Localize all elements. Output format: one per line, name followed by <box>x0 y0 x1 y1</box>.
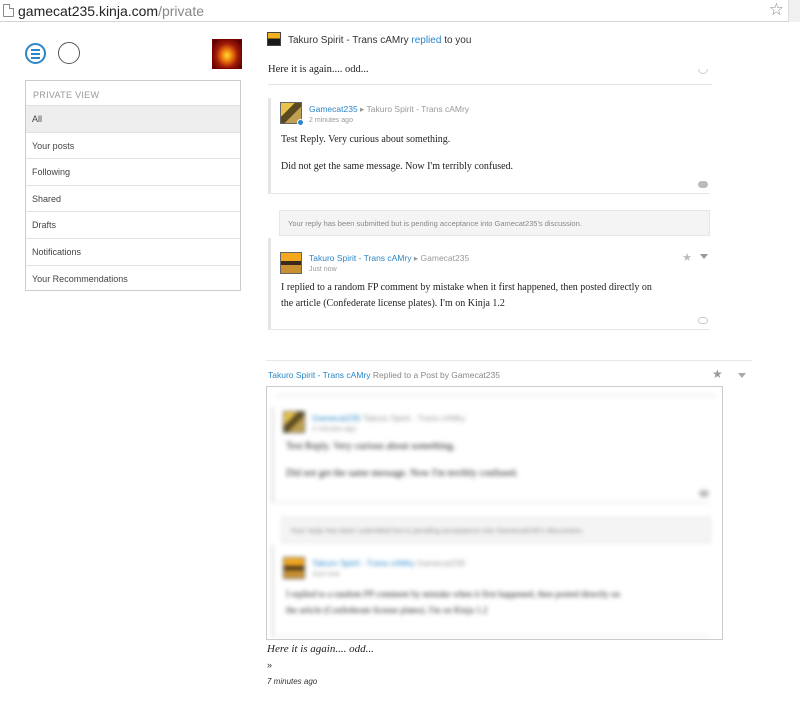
reply-arrow-icon: ▸ <box>360 104 365 114</box>
star-icon[interactable]: ★ <box>712 367 723 381</box>
embed-avatar <box>283 411 305 433</box>
post-meta[interactable]: Replied to a Post by Gamecat235 <box>373 370 500 380</box>
embed-comment: Gamecat235 Takuro Spirit - Trans cAMry 2… <box>271 407 711 503</box>
speech-bubble-icon <box>699 490 709 497</box>
notification-body: Here it is again.... odd... <box>268 64 369 75</box>
embed-text-line: the article (Confederate license plates)… <box>286 605 488 615</box>
sidebar-item-shared[interactable]: Shared <box>26 184 240 212</box>
comment-card: Takuro Spirit - Trans cAMry ▸ Gamecat235… <box>268 238 710 330</box>
blog-avatar[interactable] <box>212 39 242 69</box>
reply-arrow-icon: ▸ <box>413 253 419 263</box>
embed-pending-notice: Your reply has been submitted but is pen… <box>281 517 711 543</box>
embed-text-line: I replied to a random FP comment by mist… <box>286 589 620 599</box>
notification-avatar[interactable] <box>267 32 281 46</box>
comment-target[interactable]: Takuro Spirit - Trans cAMry <box>367 104 470 114</box>
embedded-screenshot[interactable]: Gamecat235 Takuro Spirit - Trans cAMry 2… <box>266 386 723 640</box>
post-divider <box>266 360 752 361</box>
url-path: /private <box>158 3 204 19</box>
comment-target[interactable]: Gamecat235 <box>421 253 470 263</box>
caret-down-icon[interactable] <box>700 254 708 259</box>
thread-divider <box>268 84 712 85</box>
sidebar-item-all[interactable]: All <box>26 105 240 132</box>
post-author[interactable]: Takuro Spirit - Trans cAMry <box>268 370 371 380</box>
url-text[interactable]: gamecat235.kinja.com/private <box>18 3 204 19</box>
comment-author-line: Gamecat235 ▸ Takuro Spirit - Trans cAMry <box>309 104 469 115</box>
comment-avatar[interactable] <box>280 252 302 274</box>
profile-circle-icon[interactable] <box>58 42 80 64</box>
speech-bubble-icon[interactable] <box>698 181 708 188</box>
comment-author[interactable]: Gamecat235 <box>309 104 358 114</box>
bookmark-star-icon[interactable]: ☆ <box>769 0 784 20</box>
verified-icon <box>297 119 304 126</box>
page-icon <box>3 4 14 17</box>
scrollbar[interactable] <box>788 0 800 22</box>
sidebar-item-drafts[interactable]: Drafts <box>26 211 240 238</box>
embed-author-line: Gamecat235 Takuro Spirit - Trans cAMry <box>312 413 465 423</box>
comment-text-line: I replied to a random FP comment by mist… <box>281 282 652 293</box>
embed-target: Takuro Spirit - Trans cAMry <box>362 413 466 423</box>
notification-author[interactable]: Takuro Spirit - Trans cAMry <box>288 35 409 46</box>
embed-author: Gamecat235 <box>312 413 361 423</box>
hamburger-menu-icon[interactable] <box>25 43 46 64</box>
comment-time[interactable]: Just now <box>309 266 337 273</box>
embed-author-line: Takuro Spirit - Trans cAMry Gamecat235 <box>312 558 466 568</box>
read-more-link[interactable]: » <box>267 660 272 670</box>
speech-bubble-icon[interactable] <box>698 317 708 324</box>
embed-target: Gamecat235 <box>416 558 466 568</box>
notification-line: Takuro Spirit - Trans cAMry replied to y… <box>288 35 471 46</box>
embed-comment: Takuro Spirit - Trans cAMry Gamecat235 J… <box>271 545 711 637</box>
sidebar-item-your-recommendations[interactable]: Your Recommendations <box>26 264 240 292</box>
private-view-sidebar: PRIVATE VIEW All Your posts Following Sh… <box>25 80 241 291</box>
comment-author-line: Takuro Spirit - Trans cAMry ▸ Gamecat235 <box>309 253 469 264</box>
sidebar-item-following[interactable]: Following <box>26 158 240 185</box>
sidebar-item-your-posts[interactable]: Your posts <box>26 131 240 159</box>
comment-card: Gamecat235 ▸ Takuro Spirit - Trans cAMry… <box>268 98 710 194</box>
embed-author: Takuro Spirit - Trans cAMry <box>312 558 415 568</box>
comment-text-line: Did not get the same message. Now I'm te… <box>281 161 514 172</box>
comment-time[interactable]: 2 minutes ago <box>309 117 353 124</box>
post-body: Here it is again.... odd... <box>267 643 374 655</box>
post-header: Takuro Spirit - Trans cAMry Replied to a… <box>268 370 500 380</box>
comment-author[interactable]: Takuro Spirit - Trans cAMry <box>309 253 412 263</box>
post-time[interactable]: 7 minutes ago <box>267 677 317 686</box>
comment-text-line: the article (Confederate license plates)… <box>281 298 505 309</box>
sidebar-item-notifications[interactable]: Notifications <box>26 237 240 265</box>
embed-avatar <box>283 557 305 579</box>
comment-text-line: Test Reply. Very curious about something… <box>281 134 451 145</box>
browser-url-bar[interactable]: gamecat235.kinja.com/private ☆ <box>0 0 800 22</box>
embed-time: Just now <box>312 571 340 578</box>
reply-icon[interactable] <box>698 69 708 74</box>
url-host: gamecat235.kinja.com <box>18 3 159 19</box>
notification-suffix: to you <box>444 35 472 46</box>
caret-down-icon[interactable] <box>738 373 746 378</box>
blurred-thread: Gamecat235 Takuro Spirit - Trans cAMry 2… <box>267 387 722 639</box>
embed-text-line: Did not get the same message. Now I'm te… <box>286 468 519 479</box>
sidebar-header: PRIVATE VIEW <box>33 90 100 100</box>
star-icon[interactable]: ★ <box>682 251 692 264</box>
embed-time: 2 minutes ago <box>312 426 356 433</box>
pending-notice: Your reply has been submitted but is pen… <box>279 210 710 236</box>
notification-action[interactable]: replied <box>411 35 441 46</box>
embed-divider <box>275 395 715 396</box>
embed-text-line: Test Reply. Very curious about something… <box>286 441 456 452</box>
